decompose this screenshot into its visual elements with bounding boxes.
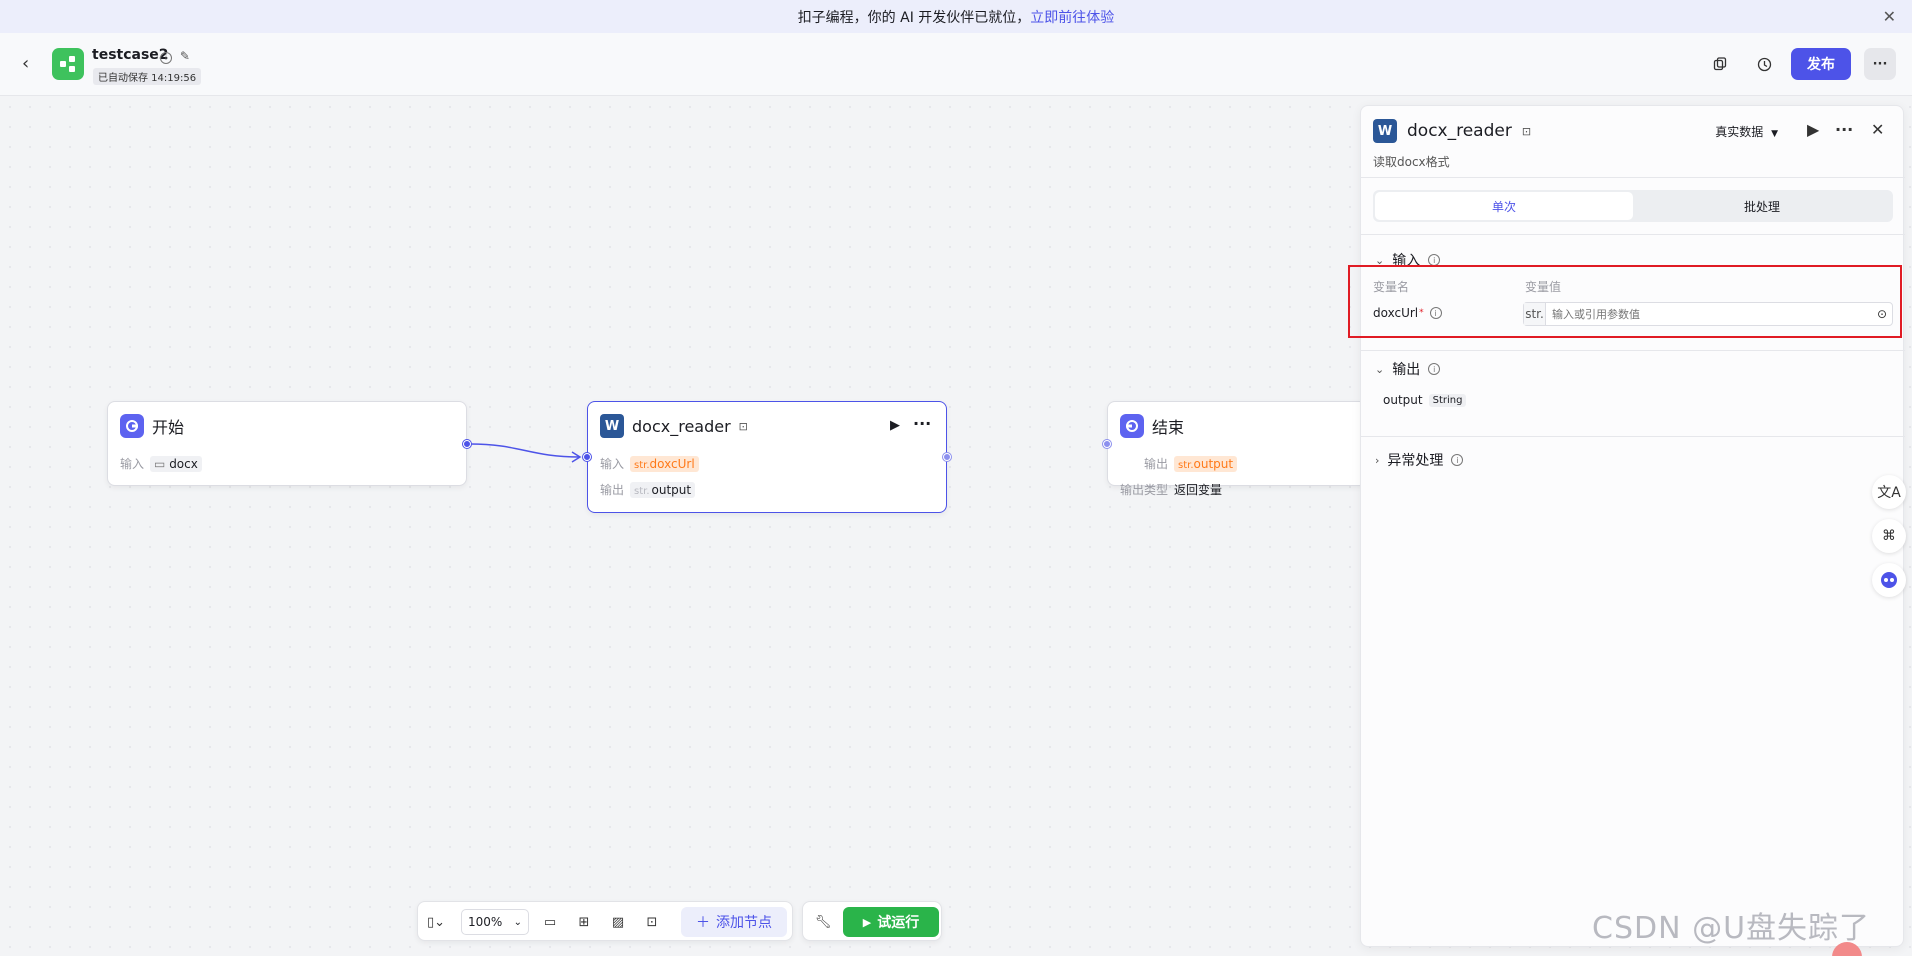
publish-button[interactable]: 发布 <box>1791 48 1851 80</box>
translate-icon[interactable]: 文A <box>1872 475 1906 509</box>
node-output-label: 输出 <box>600 483 625 497</box>
run-icon[interactable]: ▶ <box>890 418 900 433</box>
output-variable-name: output <box>651 482 692 497</box>
trial-run-button[interactable]: ▶ 试运行 <box>843 907 939 937</box>
close-icon[interactable]: ✕ <box>1871 120 1884 139</box>
apps-grid-icon[interactable]: ⌘ <box>1872 519 1906 553</box>
edge-start-to-reader <box>469 443 582 463</box>
docx-reader-node[interactable]: W docx_reader ⊡ ▶ ··· 输入 str.doxcUrl 输出 … <box>583 401 951 513</box>
info-icon[interactable]: i <box>160 51 172 64</box>
output-variable-name: output <box>1193 456 1234 471</box>
type-label: str. <box>634 485 650 497</box>
copy-icon[interactable] <box>1709 53 1731 75</box>
wrench-icon[interactable]: 🔧︎ <box>813 912 833 932</box>
image-icon[interactable]: ▨ <box>608 912 628 932</box>
input-variable-name: docx <box>169 456 198 471</box>
node-input-label: 输入 <box>120 457 145 471</box>
app-header: ‹ testcase2 i ✎ 已自动保存 14:19:56 发布 ··· <box>0 33 1912 96</box>
plugin-badge-icon: ⊡ <box>738 419 748 433</box>
type-label: str. <box>634 459 650 471</box>
word-icon: W <box>1373 119 1397 143</box>
folder-icon: ▭ <box>154 456 166 471</box>
autosave-status: 已自动保存 14:19:56 <box>93 68 202 85</box>
output-section-header[interactable]: ⌄ 输出 i <box>1375 359 1441 379</box>
input-port[interactable] <box>583 453 591 461</box>
chevron-down-icon: ⌄ <box>513 916 522 928</box>
close-icon[interactable]: ✕ <box>1883 7 1896 26</box>
panel-description: 读取docx格式 <box>1373 155 1450 169</box>
output-variable-chip: str.output <box>1174 455 1238 472</box>
workflow-app-icon <box>52 48 84 80</box>
start-icon <box>120 414 144 438</box>
add-node-button[interactable]: ＋ 添加节点 <box>681 907 787 937</box>
start-node[interactable]: 开始 输入 ▭ docx <box>107 401 471 486</box>
chevron-down-icon: ⌄ <box>1375 362 1385 376</box>
highlight-box <box>1348 265 1902 338</box>
page-title: testcase2 <box>92 47 169 63</box>
chevron-right-icon: › <box>1375 453 1380 467</box>
end-node[interactable]: 结束 输出 str.output 输出类型 返回变量 <box>1103 401 1367 497</box>
output-variable-chip: str.output <box>630 481 696 498</box>
plus-icon: ＋ <box>696 915 710 931</box>
play-icon: ▶ <box>862 915 872 929</box>
input-port[interactable] <box>1103 440 1111 448</box>
output-variable-row: output String <box>1383 393 1467 407</box>
canvas-toolbar: ▯⌄ 100% ⌄ ▭ ⊞ ▨ ⊡ ＋ 添加节点 <box>417 901 793 941</box>
output-kind-label: 输出类型 <box>1120 483 1169 497</box>
output-name: output <box>1383 393 1423 407</box>
node-output-label: 输出 <box>1144 457 1169 471</box>
comment-icon[interactable]: ▭ <box>540 912 560 932</box>
panel-title: docx_reader <box>1407 121 1512 141</box>
banner-text: 扣子编程，你的 AI 开发伙伴已就位， <box>797 9 1031 26</box>
data-mode-label: 真实数据 <box>1715 125 1764 139</box>
layout-icon[interactable]: ⊞ <box>574 912 594 932</box>
tab-single[interactable]: 单次 <box>1375 192 1633 220</box>
chevron-down-icon: ▼ <box>1771 129 1778 139</box>
type-label: str. <box>1178 459 1194 471</box>
node-title: 开始 <box>152 418 185 437</box>
mouse-mode-icon[interactable]: ▯⌄ <box>426 912 446 932</box>
back-arrow-icon[interactable]: ‹ <box>22 53 29 74</box>
input-variable-name: doxcUrl <box>649 456 695 471</box>
node-title: 结束 <box>1152 418 1185 437</box>
tab-batch[interactable]: 批处理 <box>1633 192 1891 220</box>
plugin-badge-icon: ⊡ <box>1521 124 1532 138</box>
trial-run-label: 试运行 <box>877 915 920 931</box>
section-title: 异常处理 <box>1387 453 1444 469</box>
banner-link[interactable]: 立即前往体验 <box>1030 7 1114 27</box>
add-node-label: 添加节点 <box>716 915 772 931</box>
node-config-panel: W docx_reader ⊡ 读取docx格式 真实数据 ▼ ▶ ··· ✕ … <box>1360 105 1905 947</box>
watermark-text: CSDN @U盘失踪了 <box>1592 911 1871 946</box>
end-icon <box>1120 414 1144 438</box>
run-icon[interactable]: ▶ <box>1807 120 1819 139</box>
node-input-label: 输入 <box>600 457 625 471</box>
output-kind-value: 返回变量 <box>1174 483 1223 497</box>
minimap-icon[interactable]: ⊡ <box>642 912 662 932</box>
output-port[interactable] <box>943 453 951 461</box>
edit-icon[interactable]: ✎ <box>180 49 190 63</box>
input-variable-chip: ▭ docx <box>150 455 202 472</box>
assistant-icon[interactable] <box>1872 563 1906 597</box>
more-icon[interactable]: ··· <box>1835 120 1853 139</box>
output-type-badge: String <box>1428 393 1467 407</box>
more-icon[interactable]: ··· <box>913 414 931 433</box>
zoom-select[interactable]: 100% ⌄ <box>461 909 529 935</box>
announcement-banner: 扣子编程，你的 AI 开发伙伴已就位， 立即前往体验 ✕ <box>0 0 1912 33</box>
node-title: docx_reader <box>632 416 731 436</box>
info-icon[interactable]: i <box>1451 454 1464 466</box>
input-variable-chip: str.doxcUrl <box>630 455 699 472</box>
word-icon: W <box>600 414 624 438</box>
more-icon[interactable]: ··· <box>1864 48 1896 80</box>
run-toolbar: 🔧︎ ▶ 试运行 <box>802 901 942 941</box>
section-title: 输出 <box>1392 362 1421 378</box>
zoom-value: 100% <box>468 915 503 929</box>
error-handling-section-header[interactable]: › 异常处理 i <box>1375 450 1464 470</box>
data-mode-select[interactable]: 真实数据 ▼ <box>1715 123 1778 140</box>
info-icon[interactable]: i <box>1428 363 1441 375</box>
output-port[interactable] <box>463 440 471 448</box>
history-icon[interactable] <box>1753 53 1775 75</box>
run-mode-tabs: 单次 批处理 <box>1373 190 1893 222</box>
